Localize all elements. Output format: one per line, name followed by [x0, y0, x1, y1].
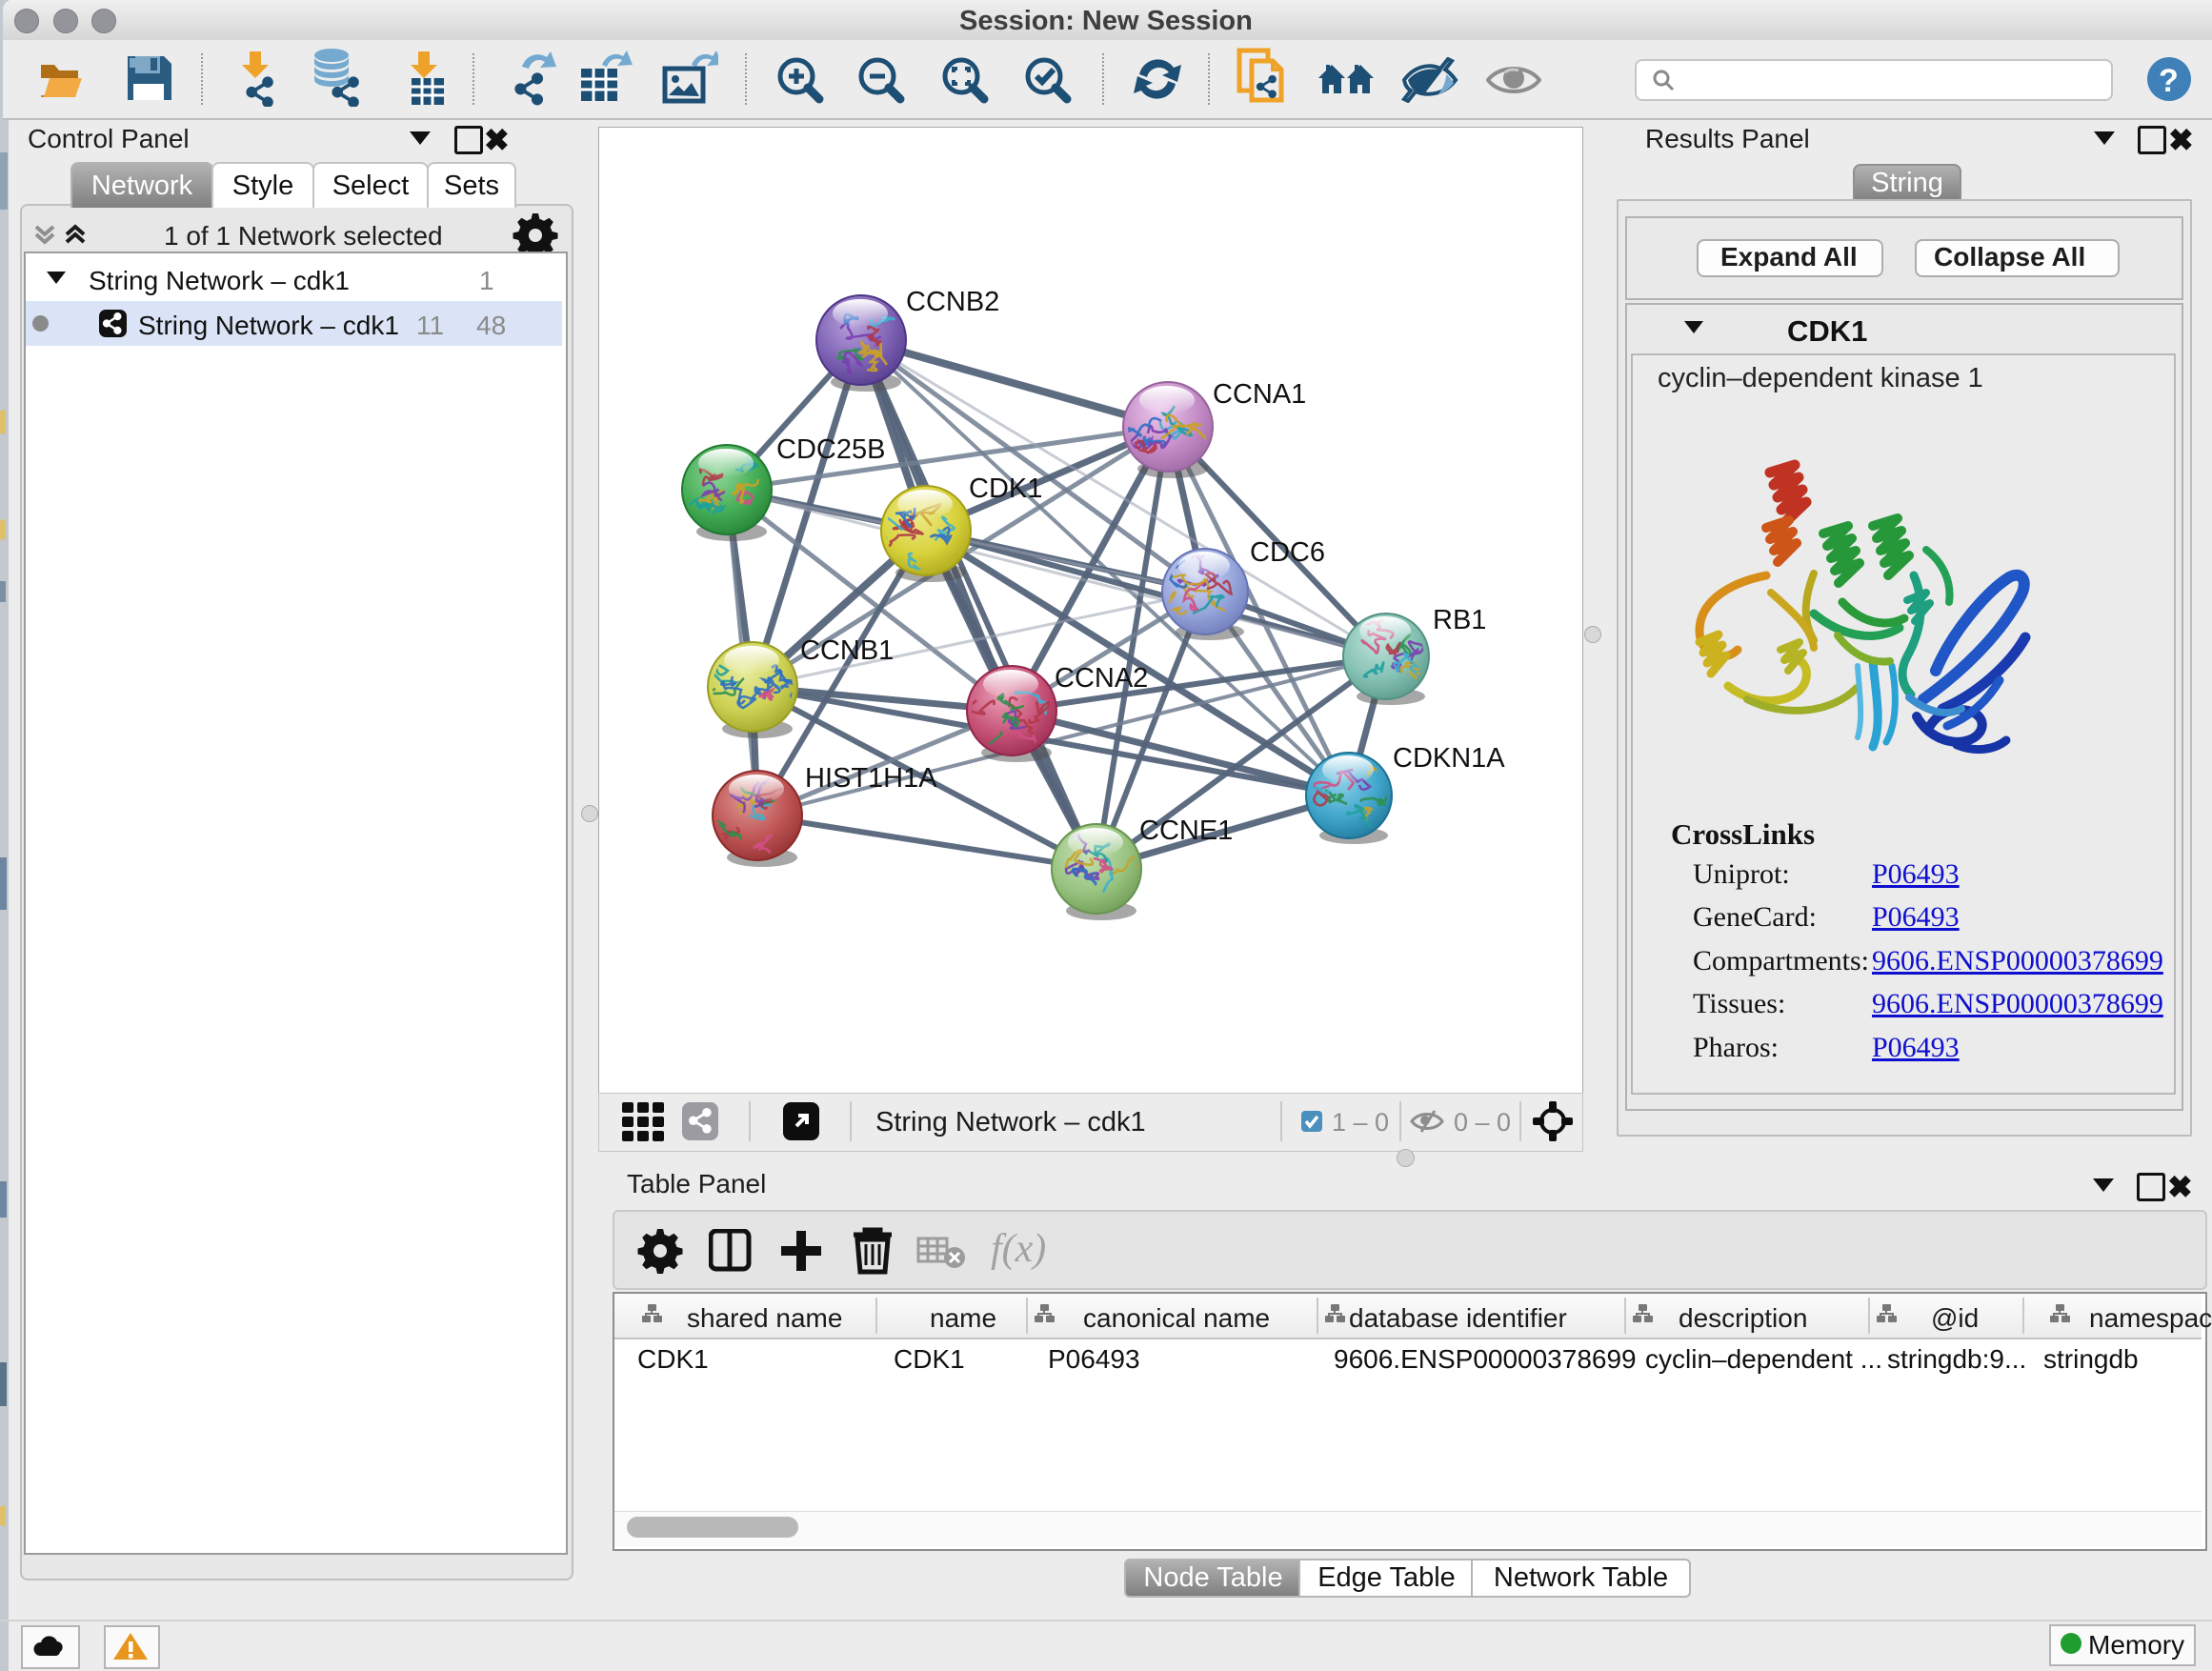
svg-text:CDK1: CDK1 — [969, 473, 1042, 504]
svg-text:CCNB2: CCNB2 — [906, 287, 999, 317]
svg-text:CDC6: CDC6 — [1250, 537, 1325, 568]
svg-text:CCNE1: CCNE1 — [1139, 815, 1233, 846]
svg-text:CDKN1A: CDKN1A — [1393, 743, 1505, 774]
svg-text:CCNA2: CCNA2 — [1055, 663, 1148, 694]
svg-text:CDC25B: CDC25B — [776, 434, 885, 465]
svg-text:CCNB1: CCNB1 — [800, 635, 894, 666]
svg-text:HIST1H1A: HIST1H1A — [805, 763, 937, 794]
svg-text:RB1: RB1 — [1433, 605, 1486, 635]
svg-text:CCNA1: CCNA1 — [1213, 379, 1306, 410]
